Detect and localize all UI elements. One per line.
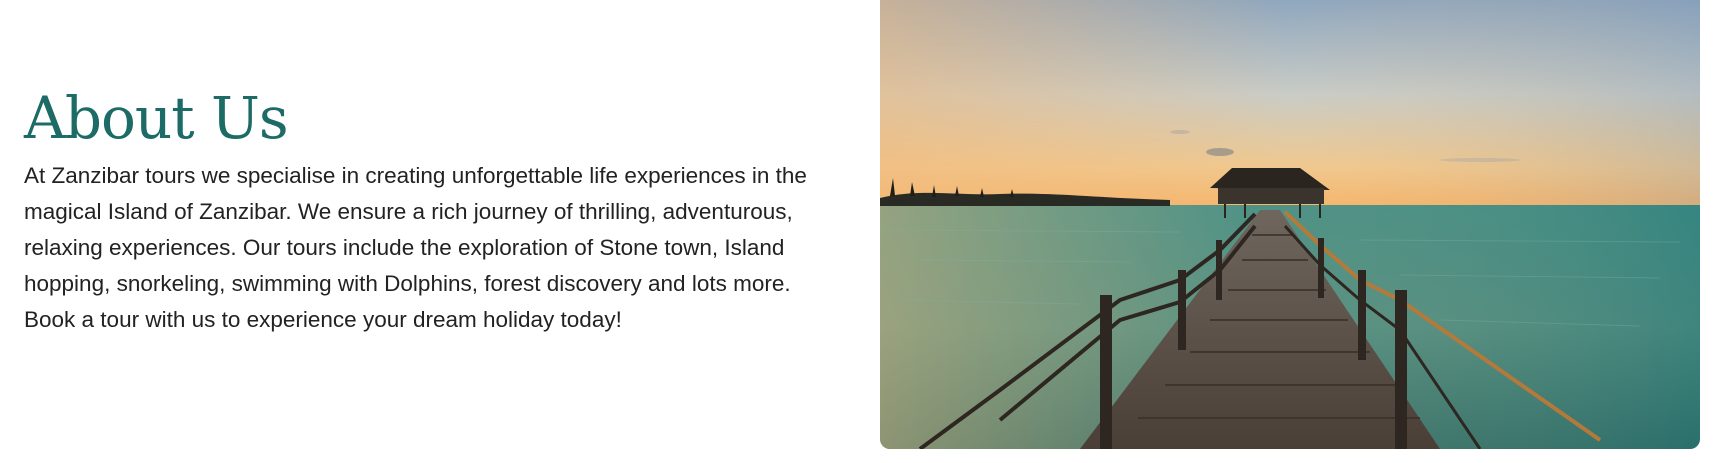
about-section: About Us At Zanzibar tours we specialise… xyxy=(0,0,1715,463)
pier-sunset-image xyxy=(880,0,1700,449)
about-title: About Us xyxy=(24,84,289,152)
about-text-column: About Us At Zanzibar tours we specialise… xyxy=(24,80,844,338)
about-description: At Zanzibar tours we specialise in creat… xyxy=(24,163,807,332)
